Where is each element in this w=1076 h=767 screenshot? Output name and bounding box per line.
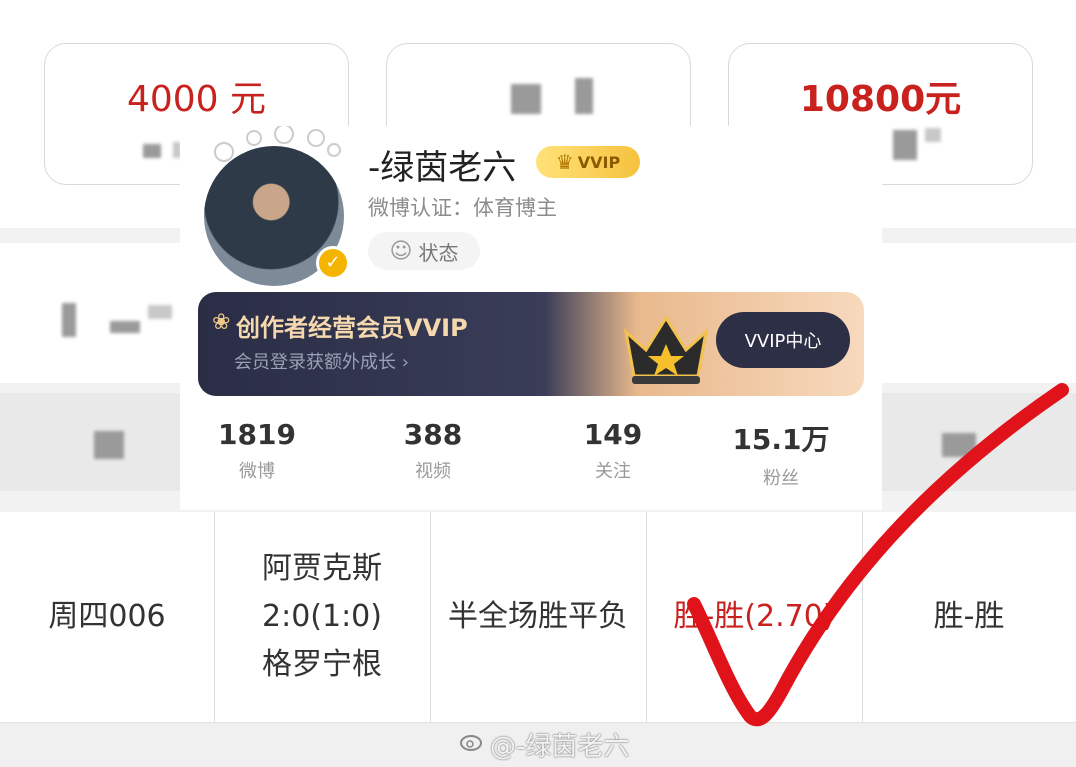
plan-amount: 10800元 [799,79,962,120]
blurred-text [511,84,541,114]
stat-value: 388 [403,418,463,451]
blurred-text [94,431,124,459]
blurred-text [893,130,917,160]
vvip-tag-label: VVIP [577,152,621,172]
watermark: @-绿茵老六 [490,732,630,762]
cell-pick: 胜-胜(2.70) [673,599,835,634]
blurred-text [925,128,941,142]
blurred-text [62,303,76,337]
vip-banner-subtitle: 会员登录获额外成长 › [234,352,409,373]
verification-text: 微博认证：体育博主 [368,196,557,220]
cell-play-type: 半全场胜平负 [448,599,628,634]
blurred-text [942,433,976,457]
stat-followers[interactable]: 15.1万 粉丝 [716,418,846,490]
cell-date: 周四006 [48,599,166,634]
stat-label: 微博 [239,461,275,482]
blurred-text [575,78,593,114]
blurred-text [143,144,161,158]
stat-label: 粉丝 [763,468,799,489]
stat-following[interactable]: 149 关注 [548,418,678,483]
cell-match: 阿贾克斯 2:0(1:0) 格罗宁根 [262,551,382,682]
vip-banner[interactable]: ❀ 创作者经营会员VVIP 会员登录获额外成长 › VVIP中心 [198,292,864,396]
weibo-logo-icon [460,735,482,751]
stat-posts[interactable]: 1819 微博 [192,418,322,483]
stat-value: 1819 [218,418,296,451]
stat-value: 15.1万 [732,423,830,456]
smile-icon: ☺ [389,238,413,264]
vvip-center-button[interactable]: VVIP中心 [716,312,850,368]
crown-icon [623,315,709,384]
plan-amount: 4000 元 [126,79,267,120]
status-button[interactable]: ☺ 状态 [368,232,480,270]
blurred-text [110,321,140,333]
crown-icon: ♛ [555,150,574,174]
stat-label: 视频 [415,461,451,482]
vvip-tag[interactable]: ♛ VVIP [536,146,640,178]
verified-badge-icon: ✓ [316,246,350,280]
profile-nickname: -绿茵老六 [368,148,517,188]
profile-card: ✓ -绿茵老六 ♛ VVIP 微博认证：体育博主 ☺ 状态 ❀ 创作者经营会员V… [180,126,882,510]
status-label: 状态 [418,240,459,265]
vip-banner-title: 创作者经营会员VVIP [236,314,468,342]
stat-label: 关注 [595,461,631,482]
vip-logo-icon: ❀ [212,310,231,335]
blurred-text [148,305,172,319]
cell-result: 胜-胜 [933,599,1005,634]
stat-videos[interactable]: 388 视频 [368,418,498,483]
stat-value: 149 [583,418,643,451]
